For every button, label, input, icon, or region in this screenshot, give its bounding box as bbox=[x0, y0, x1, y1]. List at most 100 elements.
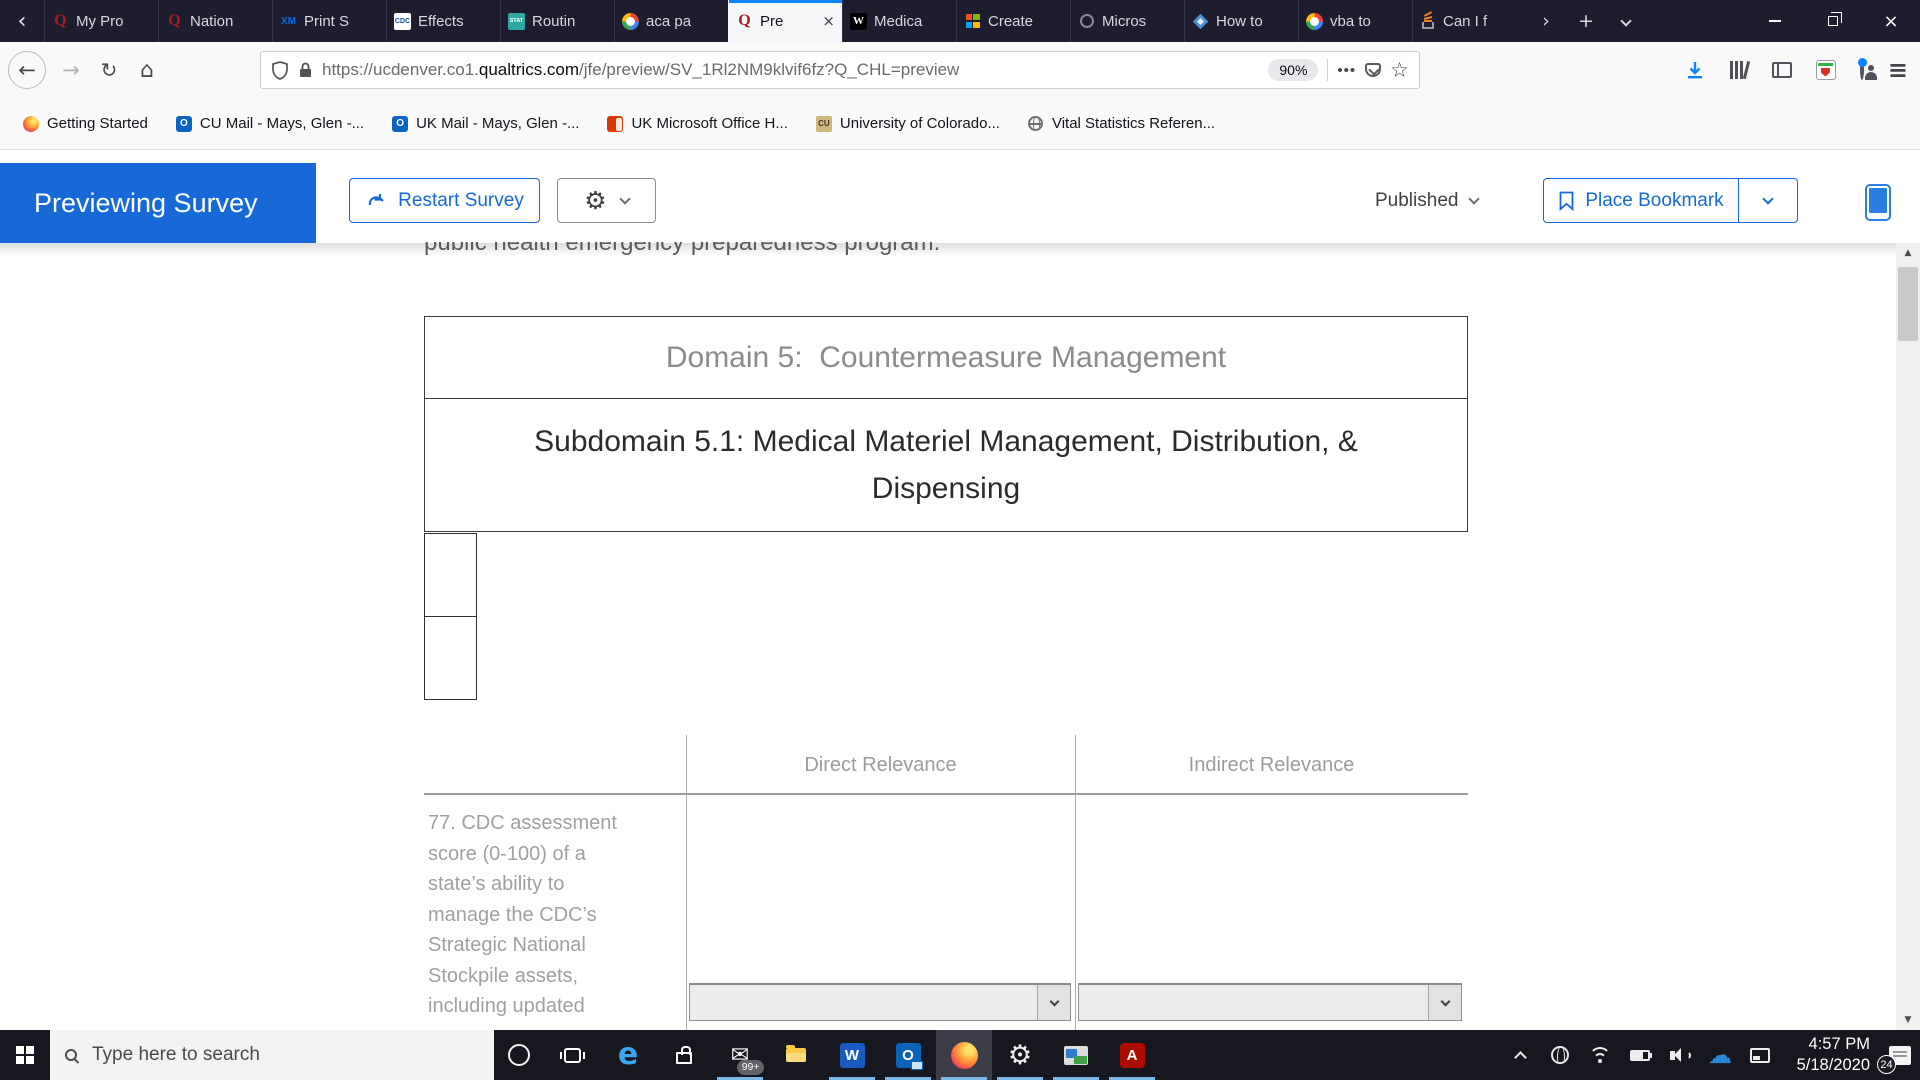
tab-label: Can I f bbox=[1443, 12, 1488, 30]
toolbar-right-icons: ≡ bbox=[1684, 51, 1908, 89]
clipped-paragraph-text: public health emergency preparedness pro… bbox=[424, 242, 941, 256]
bookmark-university-colorado[interactable]: CU University of Colorado... bbox=[807, 110, 1009, 137]
zoom-level-badge[interactable]: 90% bbox=[1268, 59, 1319, 81]
scrollbar-up-arrow[interactable]: ▲ bbox=[1896, 243, 1920, 263]
window-close-button[interactable]: × bbox=[1862, 0, 1920, 42]
page-scrollbar[interactable]: ▲ ▼ bbox=[1896, 243, 1920, 1030]
tab-cdc-effects[interactable]: CDC Effects bbox=[386, 0, 500, 42]
published-status-dropdown[interactable]: Published bbox=[1375, 178, 1481, 223]
gear-icon: ⚙ bbox=[584, 186, 607, 215]
gear-icon: ⚙ bbox=[1007, 1039, 1033, 1071]
show-hidden-icons-button[interactable] bbox=[1500, 1030, 1540, 1080]
tab-close-icon[interactable]: × bbox=[822, 12, 835, 30]
mcafee-extension-icon[interactable] bbox=[1815, 60, 1836, 80]
folder-icon bbox=[786, 1045, 806, 1062]
restart-survey-button[interactable]: Restart Survey bbox=[349, 178, 540, 223]
qualtrics-icon: Q bbox=[738, 12, 751, 29]
action-center-button[interactable]: 24 bbox=[1877, 1030, 1920, 1080]
taskbar-settings[interactable]: ⚙ bbox=[992, 1030, 1048, 1080]
home-button[interactable]: ⌂ bbox=[130, 51, 164, 89]
bookmark-label: Getting Started bbox=[47, 115, 148, 132]
downloads-icon[interactable] bbox=[1684, 59, 1706, 81]
scrollbar-thumb[interactable] bbox=[1898, 267, 1918, 341]
tray-wifi[interactable] bbox=[1580, 1030, 1620, 1080]
new-tab-button[interactable]: + bbox=[1566, 0, 1606, 42]
task-view-button[interactable] bbox=[544, 1030, 600, 1080]
taskbar-firefox-active[interactable] bbox=[936, 1030, 992, 1080]
tab-aca[interactable]: aca pa bbox=[614, 0, 728, 42]
pocket-icon[interactable] bbox=[1365, 63, 1382, 77]
cortana-button[interactable] bbox=[494, 1030, 544, 1080]
bookmark-getting-started[interactable]: Getting Started bbox=[14, 110, 157, 137]
taskbar-clock[interactable]: 4:57 PM 5/18/2020 bbox=[1780, 1034, 1880, 1077]
tray-battery[interactable] bbox=[1620, 1030, 1660, 1080]
domain-heading-box: Domain 5: Countermeasure Management bbox=[424, 316, 1468, 399]
taskbar-search[interactable] bbox=[50, 1030, 494, 1080]
taskbar-acrobat[interactable]: A bbox=[1104, 1030, 1160, 1080]
wifi-icon bbox=[1588, 1047, 1612, 1063]
tab-microsoft[interactable]: Micros bbox=[1070, 0, 1184, 42]
tab-medical[interactable]: W Medica bbox=[842, 0, 956, 42]
taskbar-word[interactable]: W bbox=[824, 1030, 880, 1080]
tab-label: Create bbox=[988, 12, 1034, 30]
stackoverflow-icon bbox=[1420, 11, 1436, 29]
library-icon[interactable] bbox=[1730, 60, 1751, 80]
tab-print-survey[interactable]: XM Print S bbox=[272, 0, 386, 42]
direct-relevance-select[interactable] bbox=[689, 983, 1071, 1021]
bookmark-uk-mail[interactable]: O UK Mail - Mays, Glen -... bbox=[383, 110, 588, 137]
tray-onedrive[interactable]: ☁ bbox=[1700, 1030, 1740, 1080]
search-input[interactable] bbox=[90, 1043, 479, 1067]
taskbar-mail[interactable]: ✉ 99+ bbox=[712, 1030, 768, 1080]
tab-vba[interactable]: vba to bbox=[1298, 0, 1412, 42]
scrollbar-down-arrow[interactable]: ▼ bbox=[1896, 1010, 1920, 1030]
account-button[interactable] bbox=[1857, 58, 1867, 80]
tray-network-globe[interactable] bbox=[1540, 1030, 1580, 1080]
window-minimize-button[interactable] bbox=[1746, 0, 1804, 42]
list-all-tabs-button[interactable] bbox=[1606, 0, 1646, 42]
url-bar[interactable]: https://ucdenver.co1.qualtrics.com/jfe/p… bbox=[260, 51, 1420, 89]
tab-can-i[interactable]: Can I f bbox=[1412, 0, 1526, 42]
tray-touch-keyboard[interactable] bbox=[1740, 1030, 1780, 1080]
hamburger-menu-icon[interactable]: ≡ bbox=[1888, 56, 1908, 84]
page-actions-button[interactable]: ••• bbox=[1337, 62, 1356, 79]
bookmark-vital-statistics[interactable]: Vital Statistics Referen... bbox=[1019, 110, 1224, 137]
tab-scroll-right-button[interactable]: › bbox=[1526, 0, 1566, 42]
chevron-down-icon bbox=[1620, 15, 1632, 27]
url-text[interactable]: https://ucdenver.co1.qualtrics.com/jfe/p… bbox=[322, 60, 959, 80]
xm-icon: XM bbox=[281, 15, 296, 27]
tray-volume[interactable] bbox=[1660, 1030, 1700, 1080]
urlbar-divider bbox=[1327, 59, 1329, 81]
tracking-protection-shield-icon[interactable] bbox=[271, 60, 289, 80]
forward-button[interactable]: → bbox=[54, 51, 88, 89]
tab-how-to[interactable]: How to bbox=[1184, 0, 1298, 42]
taskbar-store[interactable] bbox=[656, 1030, 712, 1080]
start-button[interactable] bbox=[0, 1030, 50, 1080]
place-bookmark-dropdown[interactable] bbox=[1739, 179, 1797, 222]
tab-scroll-left-button[interactable]: ‹ bbox=[0, 0, 44, 42]
sidebar-toggle-icon[interactable] bbox=[1771, 62, 1792, 78]
restart-arrow-icon bbox=[369, 193, 384, 205]
taskbar-outlook[interactable]: O bbox=[880, 1030, 936, 1080]
bookmark-uk-office[interactable]: UK Microsoft Office H... bbox=[598, 110, 796, 137]
published-label: Published bbox=[1375, 189, 1459, 211]
mobile-preview-icon[interactable] bbox=[1865, 184, 1891, 221]
bookmark-label: Vital Statistics Referen... bbox=[1051, 115, 1216, 132]
reload-button[interactable]: ↻ bbox=[92, 51, 126, 89]
bookmark-cu-mail[interactable]: O CU Mail - Mays, Glen -... bbox=[167, 110, 373, 137]
tab-routine[interactable]: STAT Routin bbox=[500, 0, 614, 42]
tab-my-projects[interactable]: Q My Pro bbox=[44, 0, 158, 42]
chevron-down-icon bbox=[1440, 996, 1450, 1006]
back-button[interactable]: ← bbox=[8, 51, 46, 89]
taskbar-edge[interactable]: e bbox=[600, 1030, 656, 1080]
indirect-relevance-select[interactable] bbox=[1078, 983, 1462, 1021]
bookmark-star-icon[interactable]: ☆ bbox=[1390, 58, 1409, 82]
place-bookmark-button[interactable]: Place Bookmark bbox=[1544, 179, 1738, 222]
tab-create[interactable]: Create bbox=[956, 0, 1070, 42]
tab-preview-active[interactable]: Q Pre × bbox=[728, 0, 842, 42]
taskbar-file-explorer[interactable] bbox=[768, 1030, 824, 1080]
preview-options-button[interactable]: ⚙ bbox=[557, 178, 656, 223]
window-restore-button[interactable] bbox=[1804, 0, 1862, 42]
tab-national[interactable]: Q Nation bbox=[158, 0, 272, 42]
cortana-icon bbox=[508, 1044, 530, 1066]
taskbar-snip-app[interactable] bbox=[1048, 1030, 1104, 1080]
